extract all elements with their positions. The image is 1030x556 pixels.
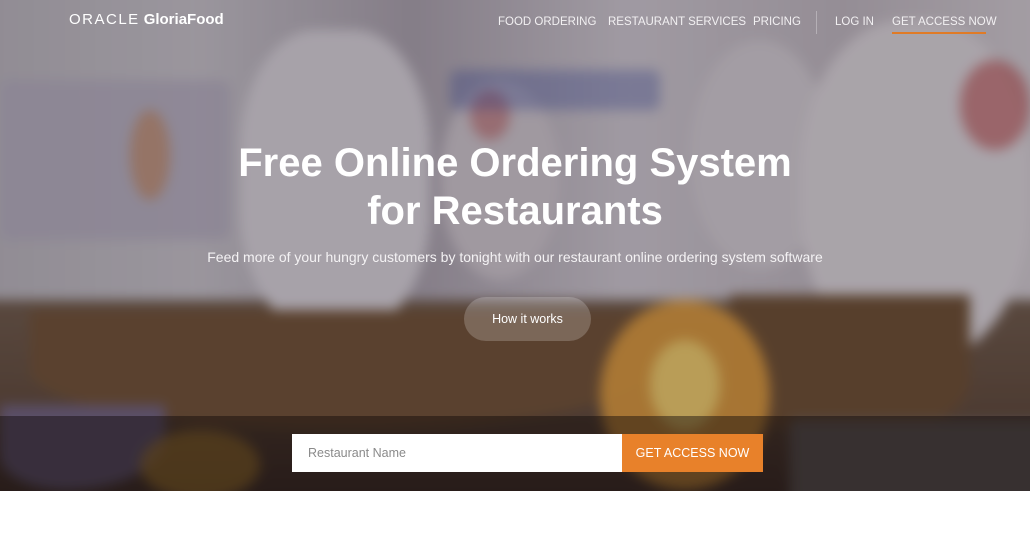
nav-log-in[interactable]: LOG IN — [835, 16, 874, 28]
nav-divider — [816, 11, 817, 34]
nav-get-access-now[interactable]: GET ACCESS NOW — [892, 16, 997, 28]
nav-restaurant-services[interactable]: RESTAURANT SERVICES — [608, 16, 746, 28]
hero-title-line-1: Free Online Ordering System — [238, 141, 792, 185]
get-access-now-button[interactable]: GET ACCESS NOW — [622, 434, 763, 472]
logo-oracle-text: ORACLE — [69, 11, 140, 28]
nav-active-underline — [892, 32, 986, 34]
restaurant-name-input[interactable] — [292, 434, 622, 472]
nav-pricing[interactable]: PRICING — [753, 16, 801, 28]
logo-brand-text: GloriaFood — [143, 11, 224, 28]
hero-title: Free Online Ordering System for Restaura… — [0, 139, 1030, 235]
hero-subtitle: Feed more of your hungry customers by to… — [207, 249, 823, 265]
top-navigation: ORACLE GloriaFood FOOD ORDERING RESTAURAN… — [0, 0, 1030, 44]
nav-food-ordering[interactable]: FOOD ORDERING — [498, 16, 596, 28]
oracle-gloriafood-logo[interactable]: ORACLE GloriaFood — [69, 11, 224, 28]
hero-section — [0, 0, 1030, 491]
how-it-works-button[interactable]: How it works — [464, 297, 591, 341]
hero-title-line-2: for Restaurants — [367, 189, 663, 233]
